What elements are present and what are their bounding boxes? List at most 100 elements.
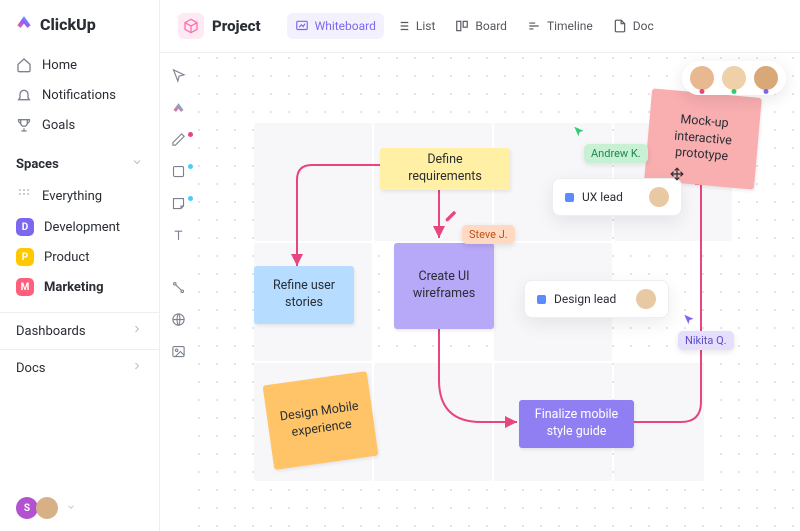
task-label: Design lead <box>554 292 616 306</box>
space-badge: P <box>16 248 34 266</box>
user-avatar[interactable]: S <box>16 497 38 519</box>
task-card-design-lead[interactable]: Design lead <box>524 280 669 318</box>
bell-icon <box>16 87 32 103</box>
nav-goals[interactable]: Goals <box>0 110 159 140</box>
brand: ClickUp <box>0 0 159 46</box>
nav-goals-label: Goals <box>42 118 75 133</box>
nav-notifications-label: Notifications <box>42 88 116 103</box>
tool-image[interactable] <box>167 340 189 362</box>
chevron-right-icon <box>131 323 143 339</box>
dashboards-section[interactable]: Dashboards <box>0 312 159 349</box>
sidebar: ClickUp Home Notifications Goals Spaces … <box>0 0 160 531</box>
space-badge: D <box>16 218 34 236</box>
note-text: Refine user stories <box>266 278 342 312</box>
tab-timeline[interactable]: Timeline <box>519 13 601 39</box>
task-card-ux-lead[interactable]: UX lead <box>552 178 682 216</box>
cube-icon <box>178 13 204 39</box>
move-icon[interactable] <box>670 167 684 181</box>
task-label: UX lead <box>582 190 623 204</box>
tab-list[interactable]: List <box>388 13 444 39</box>
whiteboard-canvas[interactable]: Define requirements Refine user stories … <box>194 53 800 531</box>
sticky-note-refine[interactable]: Refine user stories <box>254 266 354 324</box>
tab-label: Board <box>475 19 507 33</box>
trophy-icon <box>16 117 32 133</box>
sticky-note-wireframes[interactable]: Create UI wireframes <box>394 243 494 329</box>
spaces-title: Spaces <box>16 157 59 172</box>
list-icon <box>396 19 410 33</box>
tool-connector[interactable] <box>167 276 189 298</box>
chevron-down-icon <box>131 156 143 172</box>
tool-sticky[interactable] <box>167 192 189 214</box>
main: Project Whiteboard List Board Timeline <box>160 0 800 531</box>
status-icon <box>537 295 546 304</box>
collaborator-tag: Steve J. <box>462 225 515 244</box>
space-product[interactable]: P Product <box>0 242 159 272</box>
sticky-note-define[interactable]: Define requirements <box>380 148 510 190</box>
tab-board[interactable]: Board <box>447 13 515 39</box>
doc-icon <box>613 19 627 33</box>
space-everything-label: Everything <box>42 189 102 204</box>
nav-home[interactable]: Home <box>0 50 159 80</box>
assignee-avatar[interactable] <box>649 187 669 207</box>
whiteboard-icon <box>295 19 309 33</box>
dashboards-label: Dashboards <box>16 324 86 339</box>
presence-avatar[interactable] <box>754 66 778 90</box>
tab-label: Whiteboard <box>315 19 376 33</box>
collaborator-tag: Nikita Q. <box>678 331 734 350</box>
note-text: Mock-up interactive prototype <box>658 110 748 168</box>
docs-label: Docs <box>16 361 45 376</box>
space-development[interactable]: D Development <box>0 212 159 242</box>
presence-avatar[interactable] <box>690 66 714 90</box>
timeline-icon <box>527 19 541 33</box>
user-avatar[interactable] <box>36 497 58 519</box>
tool-clickup-task[interactable] <box>167 96 189 118</box>
chevron-down-icon[interactable] <box>66 501 76 516</box>
collaborator-cursor-icon <box>572 125 586 143</box>
clickup-logo-icon <box>14 12 34 36</box>
note-text: Create UI wireframes <box>406 269 482 303</box>
pencil-icon <box>444 209 458 227</box>
tool-pointer[interactable] <box>167 64 189 86</box>
space-label: Development <box>44 220 120 235</box>
tool-text[interactable] <box>167 224 189 246</box>
whiteboard-tool-rail <box>164 62 192 362</box>
collaborator-cursor-icon <box>682 313 696 331</box>
spaces-header[interactable]: Spaces <box>0 144 159 180</box>
nav-notifications[interactable]: Notifications <box>0 80 159 110</box>
topbar: Project Whiteboard List Board Timeline <box>160 0 800 53</box>
tab-doc[interactable]: Doc <box>605 13 662 39</box>
canvas-grid-tile <box>254 123 372 241</box>
tool-pen[interactable] <box>167 128 189 150</box>
space-everything[interactable]: Everything <box>0 180 159 212</box>
home-icon <box>16 57 32 73</box>
project-chip[interactable]: Project <box>170 7 269 45</box>
collaborator-tag: Andrew K. <box>584 144 648 163</box>
sticky-note-finalize[interactable]: Finalize mobile style guide <box>519 400 634 448</box>
docs-section[interactable]: Docs <box>0 349 159 386</box>
note-text: Finalize mobile style guide <box>531 407 622 441</box>
sticky-note-design-mobile[interactable]: Design Mobile experience <box>263 371 379 470</box>
grid-icon <box>16 186 32 206</box>
space-label: Marketing <box>44 280 104 295</box>
presence-bar <box>682 61 786 95</box>
chevron-right-icon <box>131 360 143 376</box>
presence-avatar[interactable] <box>722 66 746 90</box>
tab-whiteboard[interactable]: Whiteboard <box>287 13 384 39</box>
tool-shape[interactable] <box>167 160 189 182</box>
space-marketing[interactable]: M Marketing <box>0 272 159 302</box>
sidebar-footer: S <box>0 485 159 531</box>
tab-label: Timeline <box>547 19 593 33</box>
board-icon <box>455 19 469 33</box>
nav-home-label: Home <box>42 58 77 73</box>
assignee-avatar[interactable] <box>636 289 656 309</box>
sticky-note-mockup[interactable]: Mock-up interactive prototype <box>644 88 762 189</box>
brand-name: ClickUp <box>40 15 96 34</box>
tab-label: Doc <box>633 19 654 33</box>
note-text: Design Mobile experience <box>278 398 363 443</box>
tab-label: List <box>416 19 436 33</box>
view-tabs: Whiteboard List Board Timeline Doc <box>287 13 662 39</box>
tool-web[interactable] <box>167 308 189 330</box>
note-text: Define requirements <box>392 152 498 186</box>
primary-nav: Home Notifications Goals <box>0 46 159 144</box>
space-label: Product <box>44 250 89 265</box>
